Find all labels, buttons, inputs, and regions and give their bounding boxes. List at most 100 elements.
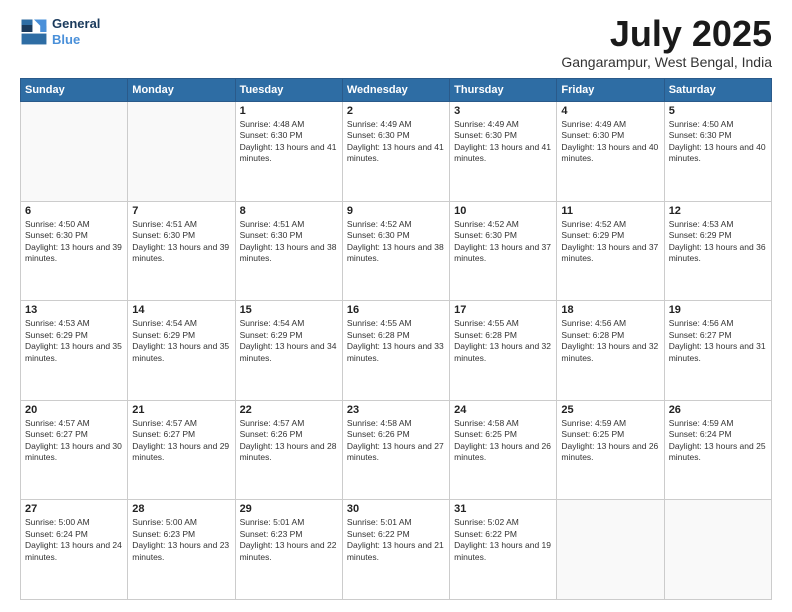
calendar-header-row: Sunday Monday Tuesday Wednesday Thursday…: [21, 79, 772, 102]
table-row: [664, 500, 771, 600]
table-row: 4 Sunrise: 4:49 AMSunset: 6:30 PMDaylight…: [557, 102, 664, 202]
table-row: 20Sunrise: 4:57 AMSunset: 6:27 PMDayligh…: [21, 400, 128, 500]
day-info: Sunrise: 4:55 AMSunset: 6:28 PMDaylight:…: [454, 318, 552, 364]
table-row: 9 Sunrise: 4:52 AMSunset: 6:30 PMDaylight…: [342, 201, 449, 301]
logo-icon: [20, 18, 48, 46]
day-info: Sunrise: 5:00 AMSunset: 6:24 PMDaylight:…: [25, 517, 123, 563]
day-number: 17: [454, 304, 552, 316]
table-row: 31Sunrise: 5:02 AMSunset: 6:22 PMDayligh…: [450, 500, 557, 600]
day-number: 14: [132, 304, 230, 316]
table-row: 1 Sunrise: 4:48 AMSunset: 6:30 PMDaylight…: [235, 102, 342, 202]
day-info: Sunrise: 4:51 AMSunset: 6:30 PMDaylight:…: [240, 219, 338, 265]
day-info: Sunrise: 4:59 AMSunset: 6:25 PMDaylight:…: [561, 418, 659, 464]
day-number: 23: [347, 404, 445, 416]
day-number: 1: [240, 105, 338, 117]
day-info: Sunrise: 4:59 AMSunset: 6:24 PMDaylight:…: [669, 418, 767, 464]
table-row: 16 Sunrise: 4:55 AMSunset: 6:28 PMDayligh…: [342, 301, 449, 401]
day-info: Sunrise: 4:49 AMSunset: 6:30 PMDaylight:…: [561, 119, 659, 165]
table-row: 23Sunrise: 4:58 AMSunset: 6:26 PMDayligh…: [342, 400, 449, 500]
table-row: 30Sunrise: 5:01 AMSunset: 6:22 PMDayligh…: [342, 500, 449, 600]
table-row: [557, 500, 664, 600]
table-row: 25 Sunrise: 4:59 AMSunset: 6:25 PMDayligh…: [557, 400, 664, 500]
table-row: 18Sunrise: 4:56 AMSunset: 6:28 PMDayligh…: [557, 301, 664, 401]
table-row: 7 Sunrise: 4:51 AMSunset: 6:30 PMDaylight…: [128, 201, 235, 301]
day-info: Sunrise: 4:52 AMSunset: 6:30 PMDaylight:…: [347, 219, 445, 265]
day-number: 6: [25, 205, 123, 217]
table-row: 2Sunrise: 4:49 AMSunset: 6:30 PMDaylight…: [342, 102, 449, 202]
day-info: Sunrise: 4:56 AMSunset: 6:28 PMDaylight:…: [561, 318, 659, 364]
day-number: 10: [454, 205, 552, 217]
table-row: 12 Sunrise: 4:53 AMSunset: 6:29 PMDayligh…: [664, 201, 771, 301]
day-number: 9: [347, 205, 445, 217]
day-number: 15: [240, 304, 338, 316]
calendar-week-row: 20 Sunrise: 4:57 AMSunset: 6:27 PMDayligh…: [21, 400, 772, 500]
logo: General Blue: [20, 16, 100, 47]
table-row: 24Sunrise: 4:58 AMSunset: 6:25 PMDayligh…: [450, 400, 557, 500]
day-number: 30: [347, 503, 445, 515]
header-saturday: Saturday: [664, 79, 771, 102]
title-section: July 2025 Gangarampur, West Bengal, Indi…: [561, 16, 772, 70]
header-thursday: Thursday: [450, 79, 557, 102]
calendar-week-row: 1 Sunrise: 4:48 AMSunset: 6:30 PMDaylight…: [21, 102, 772, 202]
table-row: 11 Sunrise: 4:52 AMSunset: 6:29 PMDayligh…: [557, 201, 664, 301]
day-info: Sunrise: 4:53 AMSunset: 6:29 PMDaylight:…: [25, 318, 123, 364]
day-number: 25: [561, 404, 659, 416]
day-number: 12: [669, 205, 767, 217]
calendar-table: Sunday Monday Tuesday Wednesday Thursday…: [20, 78, 772, 600]
day-info: Sunrise: 5:01 AMSunset: 6:23 PMDaylight:…: [240, 517, 338, 563]
day-number: 16: [347, 304, 445, 316]
day-number: 28: [132, 503, 230, 515]
day-info: Sunrise: 4:54 AMSunset: 6:29 PMDaylight:…: [240, 318, 338, 364]
day-number: 5: [669, 105, 767, 117]
table-row: 13 Sunrise: 4:53 AMSunset: 6:29 PMDayligh…: [21, 301, 128, 401]
day-number: 19: [669, 304, 767, 316]
header-sunday: Sunday: [21, 79, 128, 102]
table-row: 10 Sunrise: 4:52 AMSunset: 6:30 PMDayligh…: [450, 201, 557, 301]
table-row: 29 Sunrise: 5:01 AMSunset: 6:23 PMDayligh…: [235, 500, 342, 600]
day-number: 2: [347, 105, 445, 117]
table-row: 22 Sunrise: 4:57 AMSunset: 6:26 PMDayligh…: [235, 400, 342, 500]
day-number: 20: [25, 404, 123, 416]
page: General Blue July 2025 Gangarampur, West…: [0, 0, 792, 612]
calendar-week-row: 27Sunrise: 5:00 AMSunset: 6:24 PMDayligh…: [21, 500, 772, 600]
table-row: 19 Sunrise: 4:56 AMSunset: 6:27 PMDayligh…: [664, 301, 771, 401]
day-number: 13: [25, 304, 123, 316]
calendar-week-row: 13 Sunrise: 4:53 AMSunset: 6:29 PMDayligh…: [21, 301, 772, 401]
day-info: Sunrise: 4:56 AMSunset: 6:27 PMDaylight:…: [669, 318, 767, 364]
day-info: Sunrise: 4:52 AMSunset: 6:30 PMDaylight:…: [454, 219, 552, 265]
header-monday: Monday: [128, 79, 235, 102]
table-row: 27Sunrise: 5:00 AMSunset: 6:24 PMDayligh…: [21, 500, 128, 600]
day-info: Sunrise: 4:57 AMSunset: 6:27 PMDaylight:…: [132, 418, 230, 464]
table-row: [21, 102, 128, 202]
header: General Blue July 2025 Gangarampur, West…: [20, 16, 772, 70]
day-number: 4: [561, 105, 659, 117]
table-row: 17 Sunrise: 4:55 AMSunset: 6:28 PMDayligh…: [450, 301, 557, 401]
table-row: 8Sunrise: 4:51 AMSunset: 6:30 PMDaylight…: [235, 201, 342, 301]
day-info: Sunrise: 4:54 AMSunset: 6:29 PMDaylight:…: [132, 318, 230, 364]
day-number: 29: [240, 503, 338, 515]
day-number: 3: [454, 105, 552, 117]
day-info: Sunrise: 5:02 AMSunset: 6:22 PMDaylight:…: [454, 517, 552, 563]
day-info: Sunrise: 4:53 AMSunset: 6:29 PMDaylight:…: [669, 219, 767, 265]
calendar-week-row: 6 Sunrise: 4:50 AMSunset: 6:30 PMDaylight…: [21, 201, 772, 301]
day-info: Sunrise: 4:50 AMSunset: 6:30 PMDaylight:…: [669, 119, 767, 165]
day-info: Sunrise: 4:57 AMSunset: 6:26 PMDaylight:…: [240, 418, 338, 464]
day-number: 11: [561, 205, 659, 217]
month-year: July 2025: [561, 16, 772, 52]
day-info: Sunrise: 4:50 AMSunset: 6:30 PMDaylight:…: [25, 219, 123, 265]
day-number: 26: [669, 404, 767, 416]
day-info: Sunrise: 4:52 AMSunset: 6:29 PMDaylight:…: [561, 219, 659, 265]
day-number: 22: [240, 404, 338, 416]
location: Gangarampur, West Bengal, India: [561, 54, 772, 70]
day-number: 7: [132, 205, 230, 217]
day-info: Sunrise: 4:48 AMSunset: 6:30 PMDaylight:…: [240, 119, 338, 165]
day-number: 24: [454, 404, 552, 416]
table-row: 26 Sunrise: 4:59 AMSunset: 6:24 PMDayligh…: [664, 400, 771, 500]
day-info: Sunrise: 5:00 AMSunset: 6:23 PMDaylight:…: [132, 517, 230, 563]
day-info: Sunrise: 4:55 AMSunset: 6:28 PMDaylight:…: [347, 318, 445, 364]
table-row: 5 Sunrise: 4:50 AMSunset: 6:30 PMDaylight…: [664, 102, 771, 202]
day-info: Sunrise: 4:51 AMSunset: 6:30 PMDaylight:…: [132, 219, 230, 265]
table-row: [128, 102, 235, 202]
table-row: 6 Sunrise: 4:50 AMSunset: 6:30 PMDaylight…: [21, 201, 128, 301]
table-row: 15 Sunrise: 4:54 AMSunset: 6:29 PMDayligh…: [235, 301, 342, 401]
